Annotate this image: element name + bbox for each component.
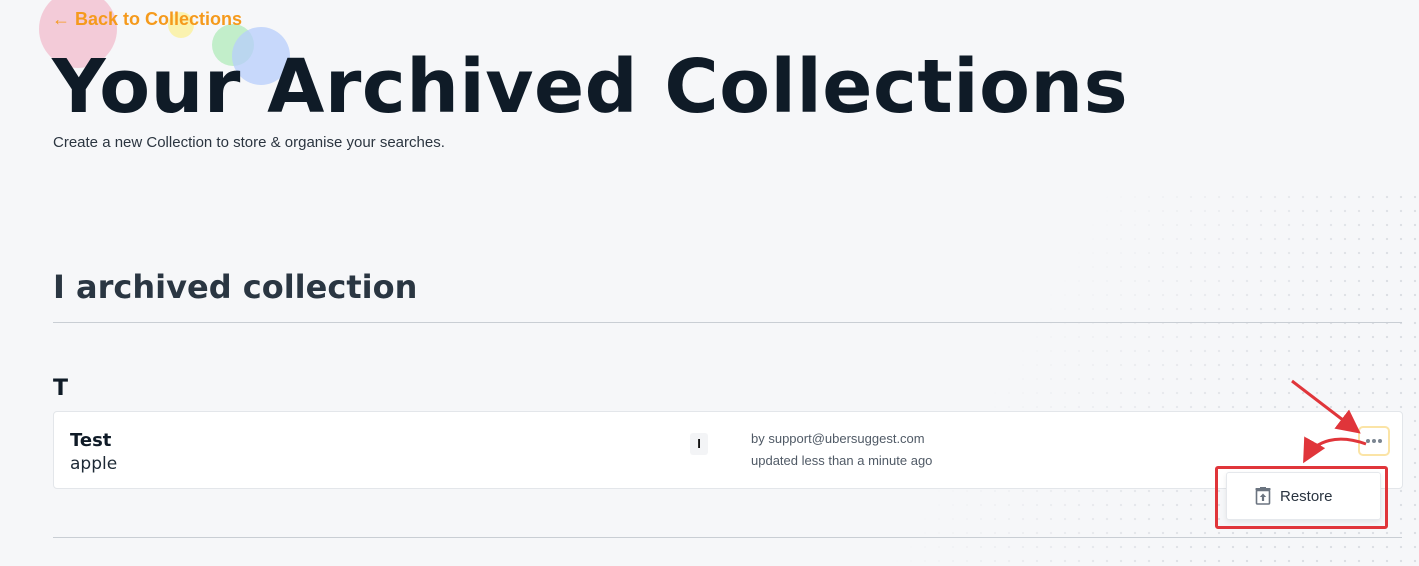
group-letter-heading: T	[53, 376, 69, 401]
divider	[53, 537, 1402, 538]
collection-keyword: apple	[70, 454, 118, 474]
collection-actions-menu: Restore	[1226, 472, 1381, 520]
restore-menu-item[interactable]: Restore	[1227, 473, 1380, 519]
more-options-button[interactable]	[1358, 426, 1390, 456]
collection-name: Test	[70, 430, 112, 451]
archived-count-heading: I archived collection	[53, 268, 418, 306]
page-title: Your Archived Collections	[52, 44, 1129, 130]
back-to-collections-link[interactable]: ← Back to Collections	[52, 9, 242, 30]
collection-owner: by support@ubersuggest.com	[751, 431, 925, 446]
divider	[53, 322, 1402, 323]
archive-restore-icon	[1255, 487, 1271, 505]
page-subtitle: Create a new Collection to store & organ…	[53, 134, 445, 151]
collection-count-badge: I	[690, 433, 708, 455]
restore-label: Restore	[1280, 487, 1333, 505]
more-horizontal-icon	[1366, 439, 1382, 443]
collection-updated-time: updated less than a minute ago	[751, 453, 933, 468]
collection-card[interactable]: Test apple I by support@ubersuggest.com …	[53, 411, 1403, 489]
